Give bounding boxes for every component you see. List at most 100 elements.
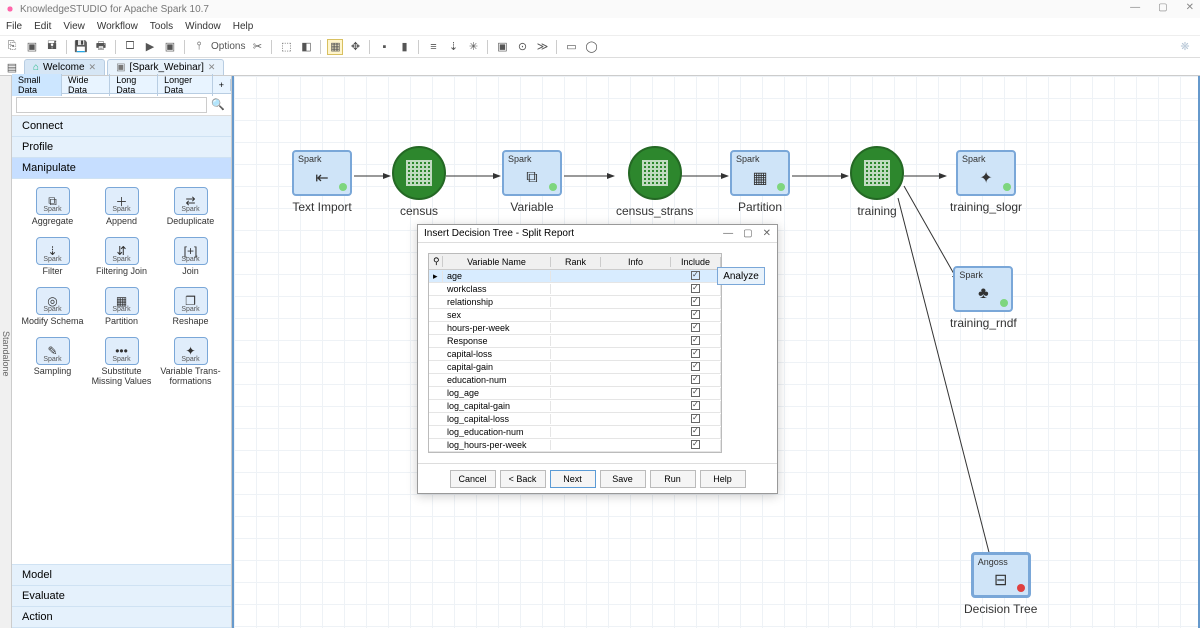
tool-item[interactable]: ◎SparkModify Schema [20,287,85,327]
tool-item[interactable]: ▦SparkPartition [89,287,154,327]
sliders-icon[interactable]: ⫯ [191,39,207,55]
node-training-slogr[interactable]: Spark✦ training_slogr [950,150,1022,214]
menu-view[interactable]: View [63,21,85,32]
data-tab-longer[interactable]: Longer Data [158,74,213,96]
col-variable[interactable]: Variable Name [443,257,551,267]
include-checkbox[interactable] [691,440,700,449]
maximize-button[interactable]: ▢ [1158,2,1167,13]
table-row[interactable]: hours-per-week [429,322,721,335]
data-tab-add[interactable]: + [213,79,231,91]
data-tab-small[interactable]: Small Data [12,74,62,96]
table-row[interactable]: workclass [429,283,721,296]
dialog-close-icon[interactable]: ✕ [763,228,771,239]
menu-file[interactable]: File [6,21,22,32]
col-include[interactable]: Include [671,257,721,267]
table-row[interactable]: sex [429,309,721,322]
include-checkbox[interactable] [691,310,700,319]
table-row[interactable]: log_education-num [429,426,721,439]
toolbar-icon[interactable]: ▪ [376,39,392,55]
dialog-minimize-icon[interactable]: — [723,228,733,239]
forward-icon[interactable]: ≫ [534,39,550,55]
tool-item[interactable]: ⇄SparkDeduplicate [158,187,223,227]
acc-action[interactable]: Action [12,607,231,628]
menu-workflow[interactable]: Workflow [97,21,138,32]
analyze-button[interactable]: Analyze [717,267,765,285]
tool-item[interactable]: ＋SparkAppend [89,187,154,227]
toolbar-icon[interactable]: ⎘ [4,39,20,55]
acc-model[interactable]: Model [12,565,231,586]
node-census-strans[interactable]: census_strans [616,146,693,218]
toolbar-icon[interactable]: 🞏 [122,39,138,55]
toolbar-icon[interactable]: ✳ [465,39,481,55]
tool-item[interactable]: ❐SparkReshape [158,287,223,327]
table-row[interactable]: capital-loss [429,348,721,361]
tab-close-icon[interactable]: ✕ [208,62,216,73]
tool-item[interactable]: ✎SparkSampling [20,337,85,387]
acc-evaluate[interactable]: Evaluate [12,586,231,607]
include-checkbox[interactable] [691,336,700,345]
include-checkbox[interactable] [691,271,700,280]
table-row[interactable]: log_capital-gain [429,400,721,413]
acc-connect[interactable]: Connect [12,116,231,137]
col-marker[interactable]: ⚲ [429,256,443,267]
cancel-button[interactable]: Cancel [450,470,496,488]
menu-edit[interactable]: Edit [34,21,51,32]
table-row[interactable]: capital-gain [429,361,721,374]
acc-manipulate[interactable]: Manipulate [12,158,231,179]
data-tab-long[interactable]: Long Data [110,74,158,96]
tool-item[interactable]: ✦SparkVariable Trans- formations [158,337,223,387]
include-checkbox[interactable] [691,297,700,306]
grid-icon[interactable]: ▦ [327,39,343,55]
tool-item[interactable]: ⧉SparkAggregate [20,187,85,227]
include-checkbox[interactable] [691,349,700,358]
help-button[interactable]: Help [700,470,746,488]
node-census[interactable]: census [392,146,446,218]
include-checkbox[interactable] [691,362,700,371]
col-info[interactable]: Info [601,257,671,267]
minimize-button[interactable]: — [1130,2,1140,13]
back-button[interactable]: < Back [500,470,546,488]
tool-item[interactable]: ⇵SparkFiltering Join [89,237,154,277]
close-button[interactable]: ✕ [1186,2,1194,13]
node-training[interactable]: training [850,146,904,218]
table-row[interactable]: log_age [429,387,721,400]
toolbar-icon[interactable]: ▭ [563,39,579,55]
play-icon[interactable]: ⊙ [514,39,530,55]
include-checkbox[interactable] [691,414,700,423]
include-checkbox[interactable] [691,427,700,436]
dialog-maximize-icon[interactable]: ▢ [743,228,752,239]
table-row[interactable]: log_hours-per-week [429,439,721,452]
toolbar-icon[interactable]: ▮ [396,39,412,55]
table-row[interactable]: log_capital-loss [429,413,721,426]
options-label[interactable]: Options [211,39,245,55]
toolbar-icon[interactable]: ⇣ [445,39,461,55]
next-button[interactable]: Next [550,470,596,488]
toolbar-icon[interactable]: ▶ [142,39,158,55]
table-row[interactable]: relationship [429,296,721,309]
print-icon[interactable]: 🖶 [93,39,109,55]
acc-profile[interactable]: Profile [12,137,231,158]
menu-window[interactable]: Window [185,21,221,32]
menu-tools[interactable]: Tools [150,21,173,32]
toolbar-icon[interactable]: ▣ [162,39,178,55]
toolbar-icon[interactable]: 🖬 [44,39,60,55]
data-tab-wide[interactable]: Wide Data [62,74,110,96]
table-row[interactable]: Response [429,335,721,348]
col-rank[interactable]: Rank [551,257,601,267]
include-checkbox[interactable] [691,375,700,384]
include-checkbox[interactable] [691,401,700,410]
scissors-icon[interactable]: ✂ [249,39,265,55]
table-row[interactable]: education-num [429,374,721,387]
tool-item[interactable]: ⇣SparkFilter [20,237,85,277]
list-icon[interactable]: ≡ [425,39,441,55]
toolbar-icon[interactable]: ⬚ [278,39,294,55]
toolbar-icon[interactable]: ◧ [298,39,314,55]
tool-item[interactable]: •••SparkSubstitute Missing Values [89,337,154,387]
node-text-import[interactable]: Spark⇤ Text Import [292,150,352,214]
include-checkbox[interactable] [691,323,700,332]
toolbar-icon[interactable]: ◯ [583,39,599,55]
node-variable[interactable]: Spark⧉ Variable [502,150,562,214]
node-decision-tree[interactable]: Angoss⊟ Decision Tree [964,552,1037,616]
toolbar-icon[interactable]: ▣ [494,39,510,55]
sidebar-strip[interactable]: Standalone [0,76,12,628]
